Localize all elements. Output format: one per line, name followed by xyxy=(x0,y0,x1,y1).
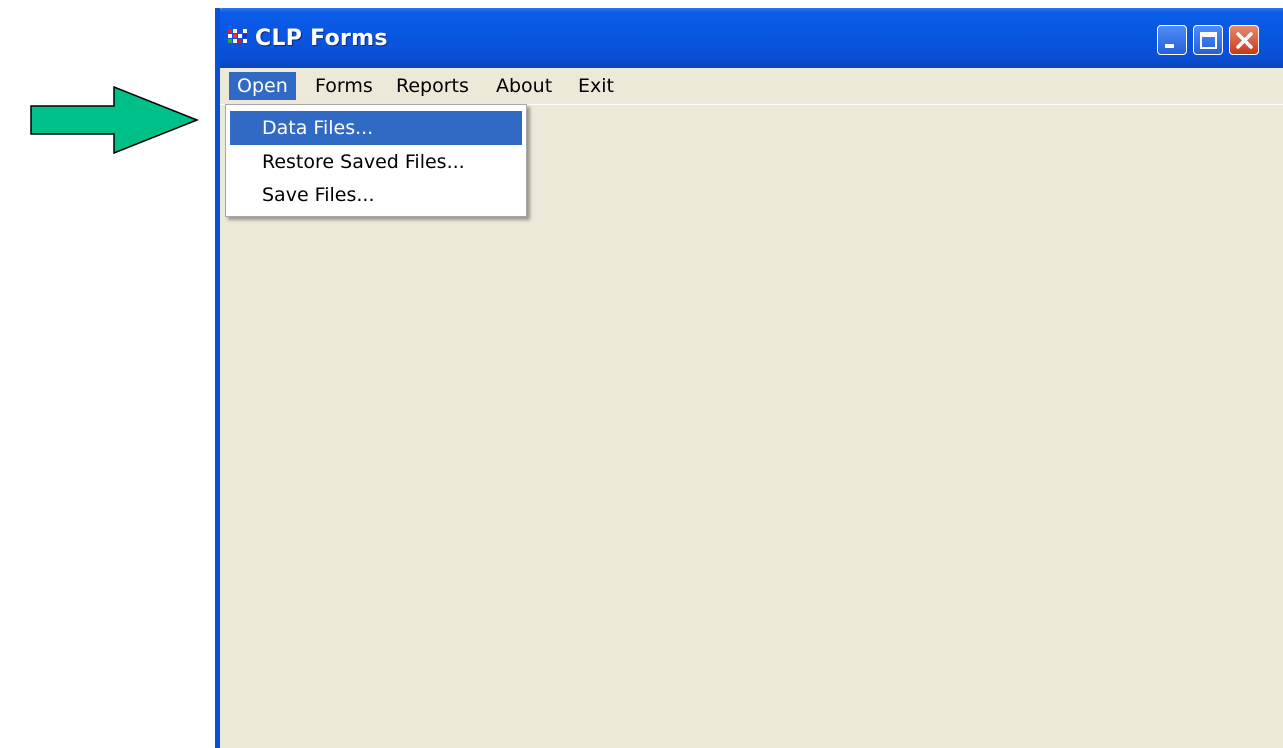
clp-forms-window: CLP Forms Open Forms Reports About Exit … xyxy=(215,8,1283,748)
close-button[interactable] xyxy=(1229,25,1259,55)
maximize-icon xyxy=(1200,32,1217,49)
maximize-button[interactable] xyxy=(1193,25,1223,55)
menu-bar: Open Forms Reports About Exit xyxy=(220,68,1283,105)
window-title: CLP Forms xyxy=(255,26,388,51)
menu-item-save-files[interactable]: Save Files... xyxy=(230,178,522,212)
title-bar[interactable]: CLP Forms xyxy=(220,8,1283,68)
menu-about[interactable]: About xyxy=(488,72,560,100)
minimize-icon xyxy=(1165,44,1174,48)
menu-exit[interactable]: Exit xyxy=(570,72,622,100)
green-arrow-icon xyxy=(30,86,200,155)
clp-app-icon xyxy=(228,29,247,43)
open-dropdown-menu: Data Files... Restore Saved Files... Sav… xyxy=(225,104,527,217)
close-icon xyxy=(1236,32,1253,49)
menu-open[interactable]: Open xyxy=(229,72,296,100)
menu-forms[interactable]: Forms xyxy=(307,72,381,100)
menu-item-restore-saved-files[interactable]: Restore Saved Files... xyxy=(230,145,522,179)
menu-item-data-files[interactable]: Data Files... xyxy=(230,111,522,145)
minimize-button[interactable] xyxy=(1157,25,1187,55)
menu-reports[interactable]: Reports xyxy=(388,72,477,100)
